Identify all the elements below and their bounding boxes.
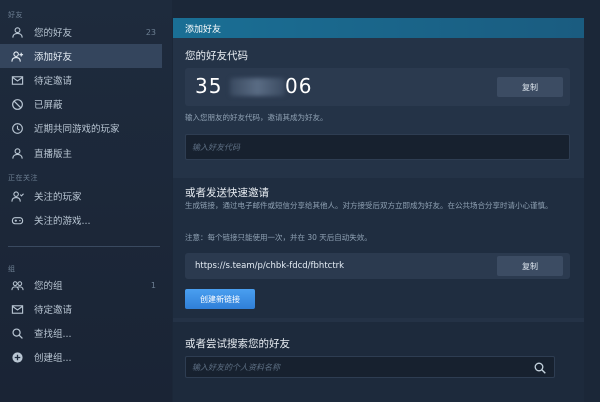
friend-code-hint: 输入您朋友的好友代码，邀请其成为好友。: [185, 113, 328, 122]
scrollbar-track[interactable]: [584, 18, 600, 402]
quick-invite-title: 或者发送快速邀请: [185, 187, 269, 199]
sidebar: 好友 您的好友 23 添加好友 待定邀请 已屏蔽 近期共同游戏的玩家 直播版主 …: [0, 0, 172, 402]
person-add-icon: [10, 49, 24, 63]
sidebar-item-label: 近期共同游戏的玩家: [34, 124, 120, 135]
invite-link-box: https://s.team/p/chbk-fdcd/fbhtctrk 复制: [185, 253, 570, 279]
group-count: 1: [150, 280, 156, 290]
sidebar-item-your-groups[interactable]: 您的组 1: [0, 273, 162, 297]
sidebar-item-label: 待定邀请: [34, 305, 73, 316]
invite-link-text: https://s.team/p/chbk-fdcd/fbhtctrk: [195, 261, 345, 271]
person-follow-icon: [10, 189, 24, 203]
tab-header: [173, 18, 584, 38]
sidebar-item-label: 您的组: [34, 281, 63, 292]
gamepad-icon: [10, 213, 24, 227]
friend-code-box: 35 06 复制: [185, 68, 570, 106]
sidebar-item-label: 直播版主: [34, 149, 73, 160]
sidebar-item-blocked[interactable]: 已屏蔽: [0, 92, 162, 116]
quick-invite-description: 生成链接，通过电子邮件或短信分享给其他人。对方接受后双方立即成为好友。在公共场合…: [185, 201, 553, 210]
main-panel: 添加好友 您的好友代码 35 06 复制 输入您朋友的好友代码，邀请其成为好友。…: [173, 18, 584, 402]
sidebar-item-followed-players[interactable]: 关注的玩家: [0, 184, 162, 208]
friends-section-header: 好友: [8, 11, 23, 19]
sidebar-item-label: 查找组...: [34, 329, 72, 340]
friend-code-prefix: 35: [195, 74, 223, 98]
sidebar-item-group-invites[interactable]: 待定邀请: [0, 297, 162, 321]
search-icon: [10, 326, 24, 340]
friend-code-section: 您的好友代码 35 06 复制 输入您朋友的好友代码，邀请其成为好友。: [173, 38, 584, 184]
search-friends-title: 或者尝试搜索您的好友: [185, 338, 290, 350]
sidebar-item-pending-invites[interactable]: 待定邀请: [0, 68, 162, 92]
mail-icon: [10, 302, 24, 316]
create-link-button[interactable]: 创建新链接: [185, 289, 255, 309]
mail-icon: [10, 73, 24, 87]
person-icon: [10, 25, 24, 39]
search-friends-input[interactable]: [185, 356, 555, 378]
sidebar-item-label: 添加好友: [34, 52, 73, 63]
block-icon: [10, 97, 24, 111]
sidebar-item-add-friend[interactable]: 添加好友: [0, 44, 162, 68]
sidebar-item-label: 您的好友: [34, 28, 73, 39]
clock-icon: [10, 121, 24, 135]
sidebar-item-find-groups[interactable]: 查找组...: [0, 321, 162, 345]
page-title: 添加好友: [185, 25, 222, 35]
quick-invite-note: 注意：每个链接只能使用一次，并在 30 天后自动失效。: [185, 233, 372, 242]
sidebar-divider: [8, 246, 160, 247]
friend-code-redacted: [230, 78, 285, 96]
search-friends-field: [185, 356, 555, 378]
person-icon: [10, 146, 24, 160]
search-icon[interactable]: [533, 360, 547, 374]
sidebar-item-label: 待定邀请: [34, 76, 73, 87]
following-section-header: 正在关注: [8, 174, 38, 182]
sidebar-item-followed-games[interactable]: 关注的游戏...: [0, 208, 162, 232]
sidebar-item-label: 已屏蔽: [34, 100, 63, 111]
copy-code-button[interactable]: 复制: [497, 77, 563, 97]
sidebar-item-create-group[interactable]: 创建组...: [0, 345, 162, 369]
friend-code-suffix: 06: [285, 74, 313, 98]
sidebar-item-label: 创建组...: [34, 353, 72, 364]
group-icon: [10, 278, 24, 292]
friend-code-title: 您的好友代码: [185, 50, 248, 62]
plus-circle-icon: [10, 350, 24, 364]
sidebar-item-stream-moderators[interactable]: 直播版主: [0, 141, 162, 165]
copy-link-button[interactable]: 复制: [497, 256, 563, 276]
friend-count: 23: [145, 27, 156, 37]
friend-code-input[interactable]: [185, 134, 570, 160]
sidebar-item-label: 关注的游戏...: [34, 216, 91, 227]
sidebar-item-recent-players[interactable]: 近期共同游戏的玩家: [0, 116, 162, 140]
sidebar-item-your-friends[interactable]: 您的好友 23: [0, 20, 162, 44]
sidebar-item-label: 关注的玩家: [34, 192, 82, 203]
